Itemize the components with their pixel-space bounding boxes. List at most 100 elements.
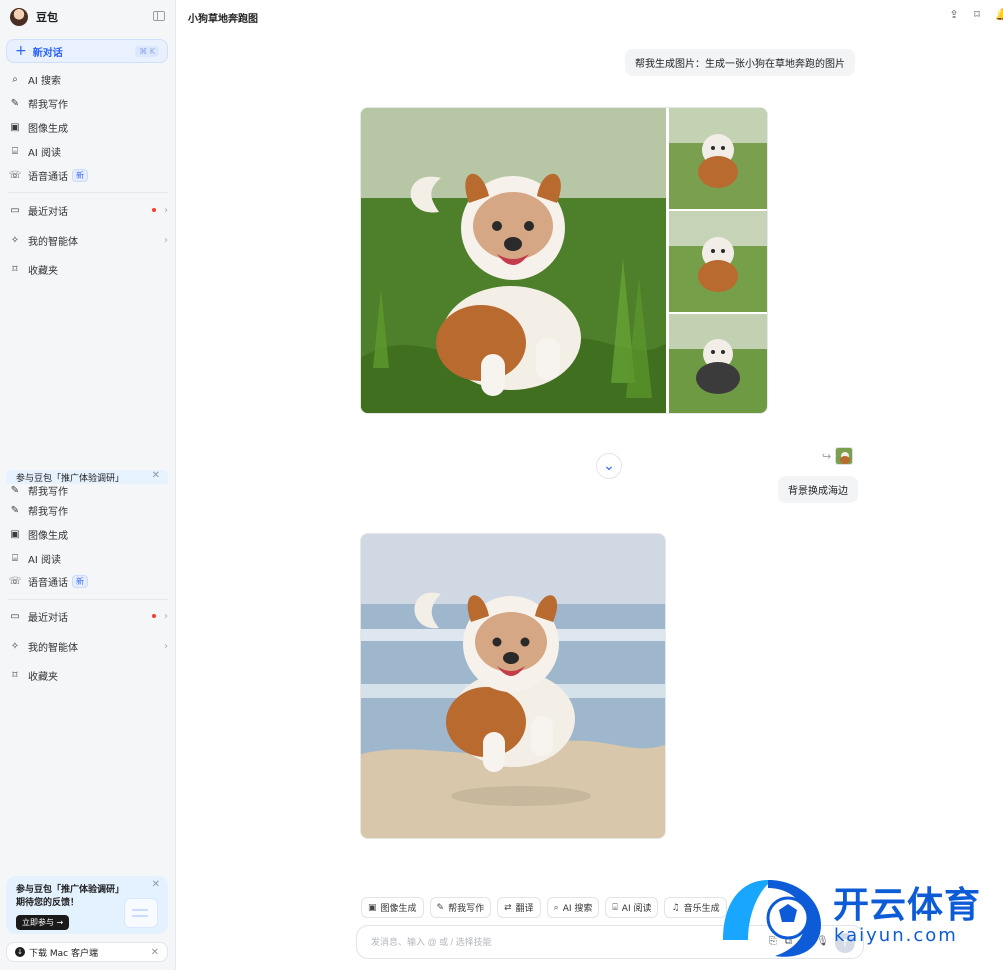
book-icon: ⌸: [12, 552, 18, 564]
sidebar-item-writing[interactable]: ✎ 帮我写作: [8, 481, 168, 499]
translate-icon: ⇄: [504, 902, 512, 913]
new-chat-button[interactable]: + 新对话 ⌘ K: [6, 39, 168, 63]
sidebar-item-favorites[interactable]: ⌑ 收藏夹: [8, 260, 168, 278]
sidebar-item-recent-chats[interactable]: ▭ 最近对话 ›: [8, 201, 168, 219]
sidebar-item-my-agents[interactable]: ✧ 我的智能体 ›: [8, 231, 168, 249]
quick-action-label: 图像生成: [380, 904, 417, 914]
sidebar-item-image-gen[interactable]: ▣ 图像生成: [8, 525, 168, 543]
sidebar-item-label: 收藏夹: [28, 265, 58, 277]
quick-actions: ▣ 图像生成 ✎ 帮我写作 ⇄ 翻译 ⌕ AI 搜索 ⌸ AI 阅读 ♫ 音乐生…: [361, 897, 727, 918]
plus-icon: +: [15, 43, 27, 59]
scroll-down-button[interactable]: ⌄: [596, 453, 622, 479]
download-icon: ↓: [15, 947, 25, 957]
grass-dog-thumbnail-1[interactable]: [669, 108, 768, 209]
sidebar-item-label: 收藏夹: [28, 671, 58, 683]
pen-icon: ✎: [10, 484, 20, 496]
pen-icon: ✎: [10, 504, 20, 516]
sidebar-item-label: 图像生成: [28, 123, 68, 135]
sidebar-item-ai-reading[interactable]: ⌸ AI 阅读: [8, 549, 168, 567]
quick-action-image-generation[interactable]: ▣ 图像生成: [361, 897, 424, 918]
quick-action-label: AI 搜索: [562, 904, 593, 914]
chevron-right-icon: ›: [164, 234, 168, 246]
grass-dog-thumbnail-2[interactable]: [669, 211, 768, 312]
chevron-right-icon: ›: [164, 204, 168, 216]
brand[interactable]: 豆包: [10, 7, 58, 27]
sidebar-item-label: AI 阅读: [28, 147, 61, 159]
beach-dog-image: [361, 534, 665, 838]
bookmark-icon: ⌑: [12, 669, 18, 681]
search-icon: ⌕: [553, 902, 559, 913]
sidebar-item-ai-reading[interactable]: ⌸ AI 阅读: [8, 142, 168, 160]
sidebar-item-recent-chats[interactable]: ▭ 最近对话 ›: [8, 607, 168, 625]
reference-thumbnail[interactable]: [835, 447, 854, 465]
survey-promo-card[interactable]: 参与豆包「推广体验调研」 期待您的反馈！ 立即参与 → ✕: [6, 876, 168, 934]
promo-title: 参与豆包「推广体验调研」: [16, 885, 125, 895]
chevron-right-icon: ›: [164, 640, 168, 652]
pen-icon: ✎: [436, 902, 445, 913]
image-icon: ▣: [10, 528, 20, 540]
reply-arrow-icon: ↪: [822, 449, 832, 463]
sidebar-item-label: 我的智能体: [28, 642, 78, 654]
unread-dot: [152, 614, 156, 618]
sidebar-item-writing[interactable]: ✎ 帮我写作: [8, 94, 168, 112]
sidebar-item-ai-search[interactable]: ⌕ AI 搜索: [8, 70, 168, 88]
sidebar-item-favorites[interactable]: ⌑ 收藏夹: [8, 666, 168, 684]
sidebar-item-writing[interactable]: ✎ 帮我写作: [8, 501, 168, 519]
sidebar-item-label: AI 阅读: [28, 554, 61, 566]
sidebar-item-my-agents[interactable]: ✧ 我的智能体 ›: [8, 637, 168, 655]
sidebar-item-label: 最近对话: [28, 612, 68, 624]
sidebar-toggle-icon[interactable]: [153, 11, 165, 21]
close-icon[interactable]: ✕: [151, 947, 159, 958]
pen-icon: ✎: [10, 97, 20, 109]
app-window: 豆包 + 新对话 ⌘ K ⌕ AI 搜索 ✎ 帮我写作 ▣ 图像生成 ⌸ AI …: [0, 0, 1003, 970]
grass-dog-main-image[interactable]: [361, 108, 666, 414]
sidebar-item-voice-call[interactable]: ☏ 语音通话 新: [8, 572, 168, 590]
bookmark-icon[interactable]: ⌑: [972, 8, 982, 21]
quick-action-translate[interactable]: ⇄ 翻译: [497, 897, 541, 918]
sidebar-item-label: 语音通话: [28, 171, 68, 183]
search-icon: ⌕: [12, 73, 18, 85]
quick-action-label: 翻译: [515, 904, 534, 914]
sidebar-divider: [8, 192, 168, 193]
book-icon: ⌸: [612, 902, 618, 913]
sidebar-item-label: 最近对话: [28, 206, 68, 218]
download-label: 下载 Mac 客户端: [29, 948, 98, 959]
quick-action-ai-search[interactable]: ⌕ AI 搜索: [546, 897, 600, 918]
shortcut-badge: ⌘ K: [135, 45, 159, 57]
quick-action-writing[interactable]: ✎ 帮我写作: [429, 897, 492, 918]
sidebar-item-voice-call[interactable]: ☏ 语音通话 新: [8, 166, 168, 184]
close-icon[interactable]: ✕: [152, 470, 160, 481]
sidebar: 豆包 + 新对话 ⌘ K ⌕ AI 搜索 ✎ 帮我写作 ▣ 图像生成 ⌸ AI …: [0, 0, 176, 970]
image-icon: ▣: [10, 121, 20, 133]
sidebar-item-image-gen[interactable]: ▣ 图像生成: [8, 118, 168, 136]
user-message-bubble: 背景换成海边: [778, 476, 858, 503]
agent-icon: ✧: [10, 640, 20, 652]
sidebar-item-label: 帮我写作: [28, 506, 68, 518]
conversation-title: 小狗草地奔跑图: [188, 14, 258, 25]
new-chat-label: 新对话: [32, 47, 63, 59]
generated-image-beach[interactable]: [360, 533, 666, 839]
new-badge: 新: [72, 574, 88, 588]
chevron-down-icon: ⌄: [603, 458, 615, 474]
sidebar-item-label: AI 搜索: [28, 75, 61, 87]
join-now-button[interactable]: 立即参与 →: [16, 915, 70, 930]
share-icon[interactable]: ⇪: [949, 8, 959, 21]
quick-action-ai-reading[interactable]: ⌸ AI 阅读: [605, 897, 659, 918]
document-illustration-icon: [124, 898, 158, 928]
bell-icon[interactable]: 🔔: [995, 8, 1003, 21]
phone-icon: ☏: [8, 575, 22, 587]
message-input[interactable]: [369, 934, 729, 950]
music-icon: ♫: [671, 902, 680, 913]
download-mac-client-button[interactable]: ↓ 下载 Mac 客户端 ✕: [6, 942, 168, 962]
bookmark-icon: ⌑: [12, 263, 18, 275]
quick-action-label: 帮我写作: [448, 904, 485, 914]
app-name: 豆包: [36, 11, 58, 24]
close-icon[interactable]: ✕: [152, 879, 160, 890]
grass-dog-thumbnail-3[interactable]: [669, 314, 768, 414]
phone-icon: ☏: [8, 169, 22, 181]
book-icon: ⌸: [12, 145, 18, 157]
chevron-right-icon: ›: [164, 610, 168, 622]
reference-thumbnail-image: [836, 448, 853, 464]
image-reference: ↪: [822, 447, 854, 465]
chat-main: 小狗草地奔跑图 ⇪ ⌑ 🔔 帮我生成图片：生成一张小狗在草地奔跑的图片 ⌄ ↪ …: [176, 0, 1003, 970]
